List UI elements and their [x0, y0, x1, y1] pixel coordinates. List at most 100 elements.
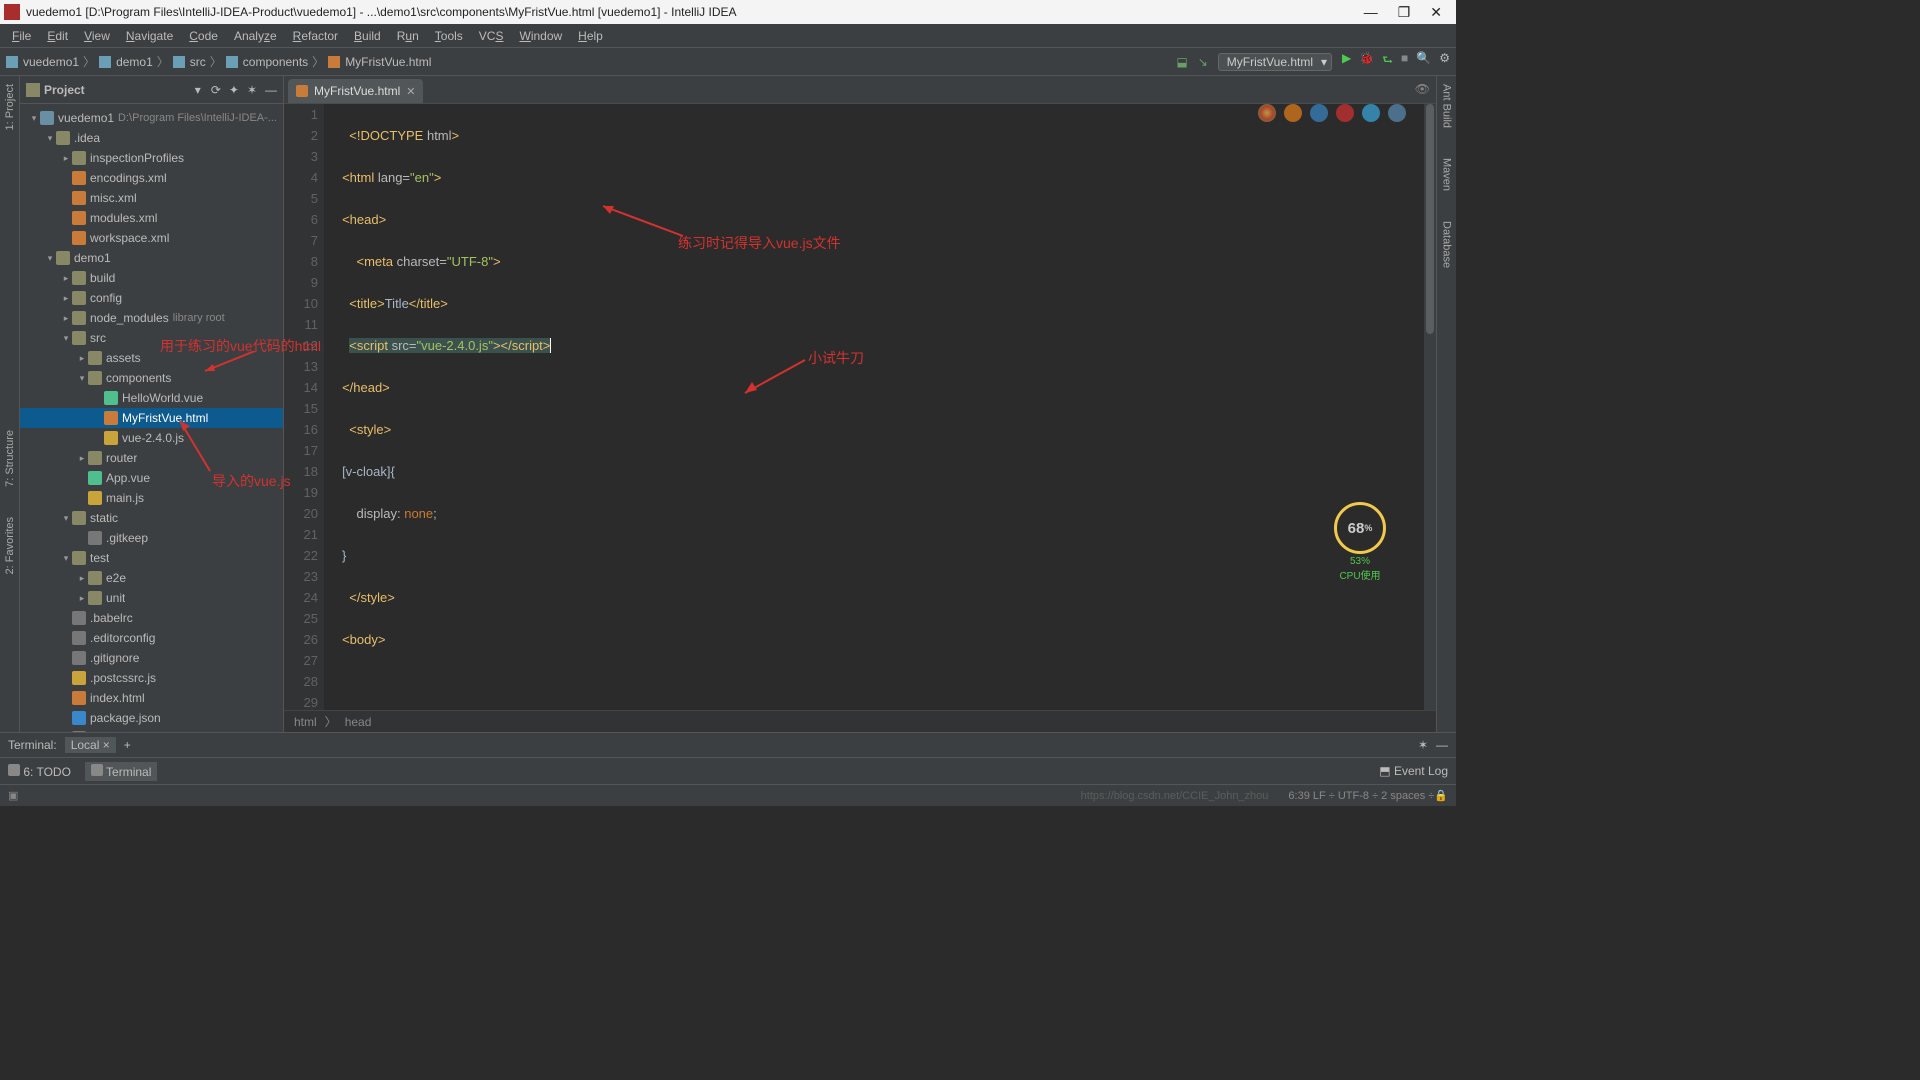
menu-analyze[interactable]: Analyze: [228, 27, 283, 45]
editor-tab[interactable]: MyFristVue.html ✕: [288, 79, 423, 103]
tool-project[interactable]: 1: Project: [4, 84, 16, 130]
tree-item[interactable]: .postcssrc.js: [20, 668, 283, 688]
coverage-button[interactable]: ⮑: [1382, 51, 1393, 72]
menu-window[interactable]: Window: [513, 27, 568, 45]
crumb-item[interactable]: MyFristVue.html: [345, 55, 431, 69]
tree-item[interactable]: encodings.xml: [20, 168, 283, 188]
tree-item[interactable]: ▸build: [20, 268, 283, 288]
crumb-item[interactable]: vuedemo1: [23, 55, 79, 69]
scrollbar-vertical[interactable]: [1424, 104, 1436, 710]
tree-item[interactable]: ▸e2e: [20, 568, 283, 588]
menu-edit[interactable]: Edit: [41, 27, 74, 45]
menu-tools[interactable]: Tools: [429, 27, 469, 45]
tree-item[interactable]: misc.xml: [20, 188, 283, 208]
run-button[interactable]: ▶: [1342, 51, 1351, 72]
event-log-tool[interactable]: ⬒ Event Log: [1379, 764, 1448, 778]
toggle-tools-icon[interactable]: ▣: [8, 789, 18, 802]
menu-view[interactable]: View: [78, 27, 116, 45]
crumb-item[interactable]: html: [294, 715, 317, 729]
tree-item[interactable]: MyFristVue.html: [20, 408, 283, 428]
scrollbar-thumb[interactable]: [1426, 104, 1434, 334]
tree-item[interactable]: .gitkeep: [20, 528, 283, 548]
settings-icon[interactable]: ✶: [247, 83, 257, 97]
tree-item[interactable]: main.js: [20, 488, 283, 508]
build-icon[interactable]: ⬓: [1176, 55, 1187, 69]
tool-maven[interactable]: Maven: [1441, 158, 1453, 191]
tree-item[interactable]: ▸assets: [20, 348, 283, 368]
preview-icon[interactable]: 👁: [1415, 82, 1430, 96]
menu-file[interactable]: File: [6, 27, 37, 45]
edge-icon[interactable]: [1388, 104, 1406, 122]
hide-icon[interactable]: —: [1436, 738, 1448, 752]
project-tree[interactable]: ▾vuedemo1D:\Program Files\IntelliJ-IDEA-…: [20, 104, 283, 732]
safari-icon[interactable]: [1310, 104, 1328, 122]
tool-structure[interactable]: 7: Structure: [4, 430, 16, 487]
tree-item[interactable]: README.md: [20, 728, 283, 732]
tree-item[interactable]: workspace.xml: [20, 228, 283, 248]
minimize-button[interactable]: —: [1364, 4, 1378, 21]
tree-item[interactable]: ▾src: [20, 328, 283, 348]
tree-item[interactable]: ▸unit: [20, 588, 283, 608]
tree-item[interactable]: .babelrc: [20, 608, 283, 628]
tree-item[interactable]: ▸config: [20, 288, 283, 308]
tree-item[interactable]: modules.xml: [20, 208, 283, 228]
tree-item[interactable]: ▾test: [20, 548, 283, 568]
search-button[interactable]: 🔍: [1416, 51, 1431, 72]
todo-tool[interactable]: 6: TODO: [8, 764, 71, 779]
tool-database[interactable]: Database: [1441, 221, 1453, 268]
code[interactable]: <!DOCTYPE html> <html lang="en"> <head> …: [324, 104, 1436, 710]
add-terminal-button[interactable]: +: [124, 738, 131, 752]
tree-item[interactable]: ▸router: [20, 448, 283, 468]
close-icon[interactable]: ✕: [406, 85, 415, 98]
tree-item[interactable]: ▾components: [20, 368, 283, 388]
menu-code[interactable]: Code: [183, 27, 224, 45]
terminal-tab[interactable]: Local ×: [65, 737, 116, 753]
status-right[interactable]: 6:39 LF ÷ UTF-8 ÷ 2 spaces ÷: [1288, 790, 1434, 802]
tree-item[interactable]: ▸node_moduleslibrary root: [20, 308, 283, 328]
tool-ant[interactable]: Ant Build: [1441, 84, 1453, 128]
menu-vcs[interactable]: VCS: [473, 27, 510, 45]
tree-item[interactable]: package.json: [20, 708, 283, 728]
maximize-button[interactable]: ❐: [1398, 4, 1411, 21]
opera-icon[interactable]: [1336, 104, 1354, 122]
stop-button[interactable]: ■: [1401, 51, 1408, 72]
menu-run[interactable]: Run: [391, 27, 425, 45]
crumb-item[interactable]: src: [190, 55, 206, 69]
close-icon[interactable]: ×: [103, 738, 110, 752]
settings-icon[interactable]: ✶: [1418, 738, 1428, 752]
tree-item[interactable]: ▾.idea: [20, 128, 283, 148]
crumb-item[interactable]: demo1: [116, 55, 153, 69]
menu-refactor[interactable]: Refactor: [287, 27, 344, 45]
hide-icon[interactable]: —: [265, 83, 277, 97]
gutter[interactable]: 1234567891011121314151617181920212223242…: [284, 104, 324, 710]
tree-item[interactable]: .gitignore: [20, 648, 283, 668]
tree-item[interactable]: ▾static: [20, 508, 283, 528]
crumb-item[interactable]: components: [243, 55, 308, 69]
tree-item[interactable]: index.html: [20, 688, 283, 708]
lock-icon[interactable]: 🔒: [1434, 789, 1448, 802]
collapse-icon[interactable]: ✦: [229, 83, 239, 97]
tool-favorites[interactable]: 2: Favorites: [4, 517, 16, 574]
tree-item[interactable]: HelloWorld.vue: [20, 388, 283, 408]
close-button[interactable]: ✕: [1430, 4, 1442, 21]
menu-build[interactable]: Build: [348, 27, 387, 45]
tree-item[interactable]: vue-2.4.0.js: [20, 428, 283, 448]
update-icon[interactable]: ↘: [1198, 55, 1208, 69]
tree-item[interactable]: .editorconfig: [20, 628, 283, 648]
chrome-icon[interactable]: [1258, 104, 1276, 122]
sync-icon[interactable]: ⟳: [211, 83, 221, 97]
tree-item[interactable]: ▸inspectionProfiles: [20, 148, 283, 168]
menu-help[interactable]: Help: [572, 27, 609, 45]
tree-item[interactable]: ▾demo1: [20, 248, 283, 268]
terminal-tool[interactable]: Terminal: [85, 762, 157, 781]
firefox-icon[interactable]: [1284, 104, 1302, 122]
tree-item[interactable]: ▾vuedemo1D:\Program Files\IntelliJ-IDEA-…: [20, 108, 283, 128]
settings-icon[interactable]: ⚙: [1439, 51, 1450, 72]
ie-icon[interactable]: [1362, 104, 1380, 122]
crumb-item[interactable]: head: [345, 715, 372, 729]
debug-button[interactable]: 🐞: [1359, 51, 1374, 72]
tree-item[interactable]: App.vue: [20, 468, 283, 488]
run-config-selector[interactable]: MyFristVue.html: [1218, 53, 1332, 71]
menu-navigate[interactable]: Navigate: [120, 27, 179, 45]
dropdown-icon[interactable]: ▾: [195, 83, 201, 97]
